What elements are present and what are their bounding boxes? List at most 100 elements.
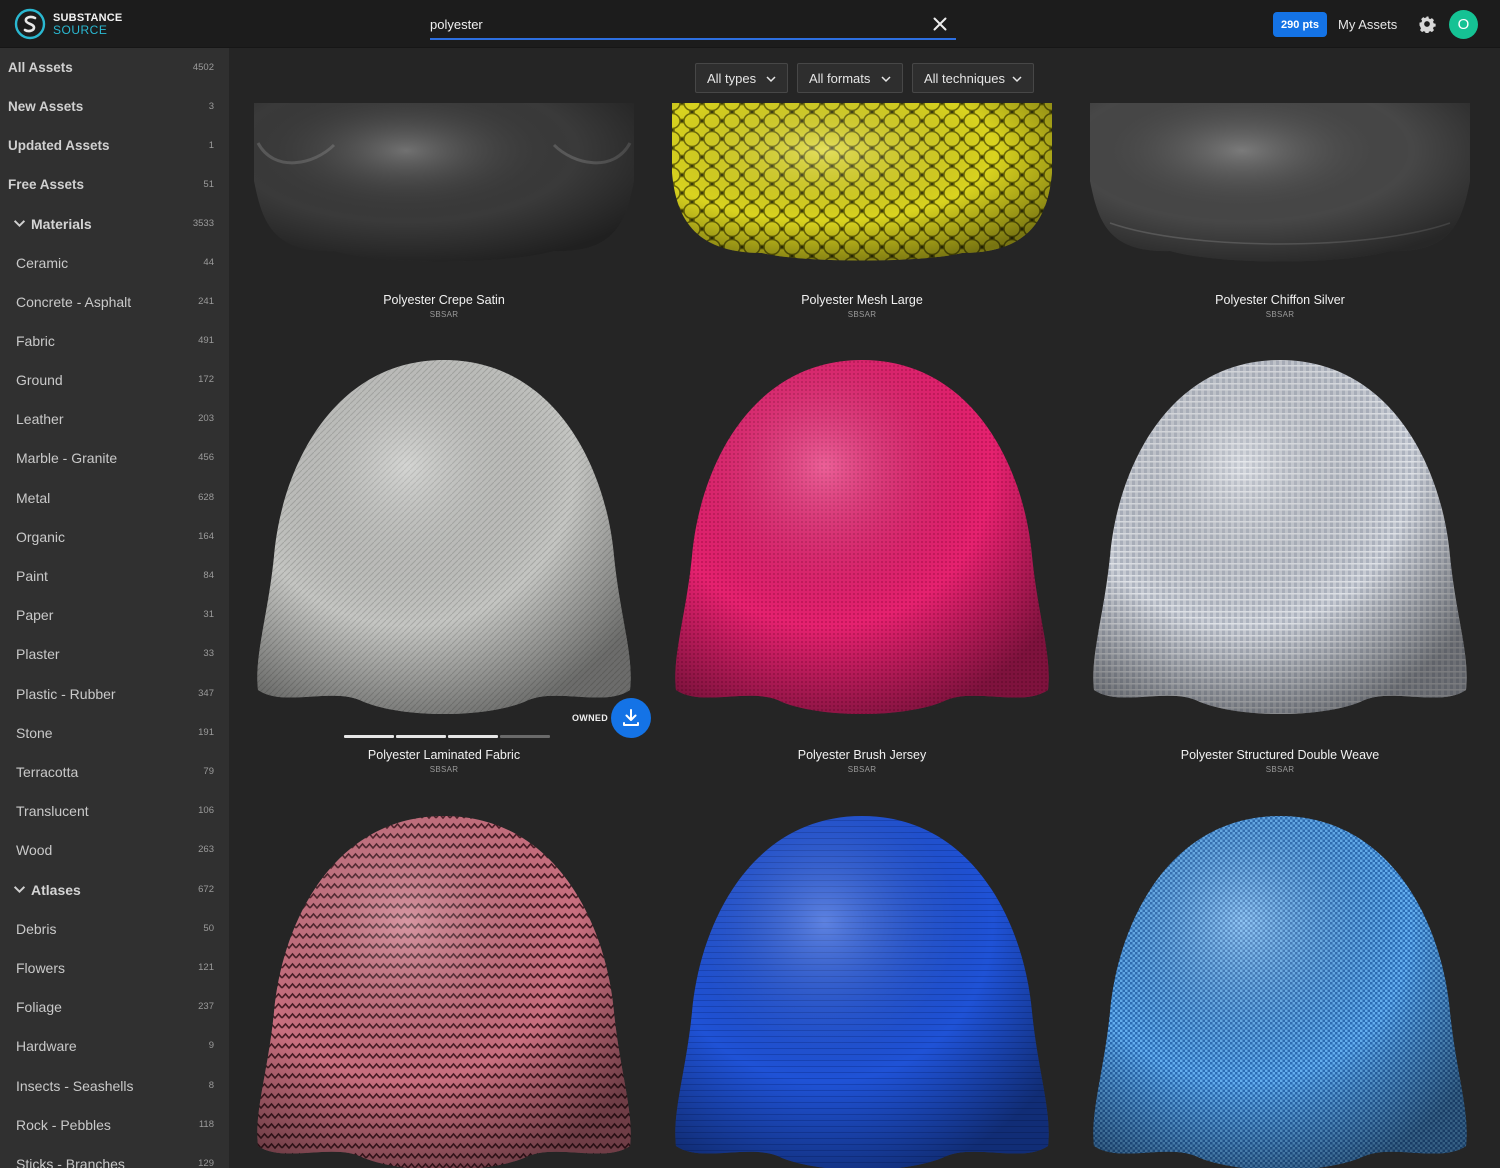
sidebar-item-concrete-asphalt[interactable]: Concrete - Asphalt 241: [0, 282, 229, 321]
logo-text: SUBSTANCE SOURCE: [53, 12, 122, 36]
asset-thumbnail[interactable]: [1090, 103, 1470, 263]
sidebar-item-debris[interactable]: Debris 50: [0, 909, 229, 948]
asset-title[interactable]: Polyester Mesh Large: [672, 293, 1052, 307]
avatar[interactable]: O: [1449, 10, 1478, 39]
asset-thumbnail[interactable]: [672, 812, 1052, 1168]
sidebar-item-count: 172: [198, 374, 214, 385]
sidebar-item-label: Paper: [16, 606, 54, 623]
sidebar-item-updated-assets[interactable]: Updated Assets 1: [0, 126, 229, 165]
sidebar-item-organic[interactable]: Organic 164: [0, 517, 229, 556]
sidebar-item-paint[interactable]: Paint 84: [0, 556, 229, 595]
sidebar-item-count: 79: [203, 766, 214, 777]
sidebar-item-count: 241: [198, 296, 214, 307]
sidebar-item-label: Translucent: [16, 802, 89, 819]
asset-thumbnail[interactable]: [1090, 812, 1470, 1168]
gear-icon[interactable]: [1418, 15, 1436, 33]
sidebar-item-stone[interactable]: Stone 191: [0, 713, 229, 752]
sidebar-item-new-assets[interactable]: New Assets 3: [0, 87, 229, 126]
sidebar-item-paper[interactable]: Paper 31: [0, 595, 229, 634]
sidebar-item-plastic-rubber[interactable]: Plastic - Rubber 347: [0, 674, 229, 713]
sidebar-item-wood[interactable]: Wood 263: [0, 830, 229, 869]
search-bar: [430, 8, 956, 40]
sidebar: All Assets 4502 New Assets 3 Updated Ass…: [0, 48, 229, 1168]
carousel-dot[interactable]: [396, 735, 446, 738]
sidebar-item-label: Leather: [16, 410, 64, 427]
sidebar-item-free-assets[interactable]: Free Assets 51: [0, 165, 229, 204]
sidebar-item-label: New Assets: [8, 99, 84, 114]
sidebar-item-label: Terracotta: [16, 763, 79, 780]
my-assets-link[interactable]: My Assets: [1338, 17, 1397, 32]
sidebar-item-foliage[interactable]: Foliage 237: [0, 987, 229, 1026]
top-bar: SUBSTANCE SOURCE 290 pts My Assets O: [0, 0, 1500, 48]
sidebar-item-leather[interactable]: Leather 203: [0, 399, 229, 438]
asset-title[interactable]: Polyester Crepe Satin: [254, 293, 634, 307]
asset-thumbnail[interactable]: [254, 103, 634, 263]
filter-label: All types: [707, 70, 757, 86]
filter-types-dropdown[interactable]: All types: [695, 63, 788, 93]
sidebar-item-flowers[interactable]: Flowers 121: [0, 948, 229, 987]
carousel-dot[interactable]: [344, 735, 394, 738]
sidebar-item-translucent[interactable]: Translucent 106: [0, 791, 229, 830]
sidebar-item-rock-pebbles[interactable]: Rock - Pebbles 118: [0, 1105, 229, 1144]
asset-thumbnail[interactable]: [672, 103, 1052, 263]
search-input[interactable]: [430, 14, 910, 34]
sidebar-group-materials[interactable]: Materials 3533: [0, 204, 229, 243]
sidebar-item-marble-granite[interactable]: Marble - Granite 456: [0, 438, 229, 477]
sidebar-item-label: Marble - Granite: [16, 449, 118, 466]
sidebar-item-count: 491: [198, 335, 214, 346]
sidebar-item-count: 203: [198, 413, 214, 424]
sidebar-item-hardware[interactable]: Hardware 9: [0, 1026, 229, 1065]
points-badge[interactable]: 290 pts: [1273, 12, 1327, 37]
sidebar-group-atlases[interactable]: Atlases 672: [0, 870, 229, 909]
sidebar-item-ground[interactable]: Ground 172: [0, 360, 229, 399]
download-icon: [623, 709, 639, 726]
asset-thumbnail[interactable]: [672, 356, 1052, 716]
sidebar-item-insects-seashells[interactable]: Insects - Seashells 8: [0, 1066, 229, 1105]
sidebar-item-count: 3: [208, 101, 214, 112]
sidebar-item-sticks-branches[interactable]: Sticks - Branches 129: [0, 1144, 229, 1168]
sidebar-item-terracotta[interactable]: Terracotta 79: [0, 752, 229, 791]
sidebar-group-label: Atlases: [31, 881, 81, 898]
asset-thumbnail[interactable]: [254, 812, 634, 1168]
asset-thumbnail[interactable]: [1090, 356, 1470, 716]
sidebar-item-metal[interactable]: Metal 628: [0, 478, 229, 517]
sidebar-item-count: 3533: [192, 218, 214, 229]
asset-format: SBSAR: [1265, 310, 1295, 319]
download-button[interactable]: [611, 698, 651, 738]
chevron-down-icon: [13, 886, 26, 894]
filter-formats-dropdown[interactable]: All formats: [797, 63, 903, 93]
sidebar-item-count: 44: [203, 257, 214, 268]
sidebar-item-label: Updated Assets: [8, 138, 110, 153]
sidebar-item-count: 118: [198, 1119, 214, 1130]
sidebar-item-count: 33: [203, 648, 214, 659]
asset-title[interactable]: Polyester Structured Double Weave: [1090, 748, 1470, 762]
asset-title[interactable]: Polyester Brush Jersey: [672, 748, 1052, 762]
app-logo[interactable]: SUBSTANCE SOURCE: [14, 8, 122, 40]
asset-title[interactable]: Polyester Chiffon Silver: [1090, 293, 1470, 307]
sidebar-item-fabric[interactable]: Fabric 491: [0, 321, 229, 360]
asset-format: SBSAR: [429, 765, 459, 774]
carousel-dot[interactable]: [500, 735, 550, 738]
sidebar-item-count: 129: [198, 1158, 214, 1168]
owned-badge: OWNED: [572, 713, 608, 723]
sidebar-item-label: Hardware: [16, 1037, 77, 1054]
asset-thumbnail[interactable]: [254, 356, 634, 716]
carousel-indicator[interactable]: [344, 735, 550, 738]
sidebar-item-all-assets[interactable]: All Assets 4502: [0, 48, 229, 87]
sidebar-item-count: 9: [208, 1040, 214, 1051]
sidebar-item-count: 164: [198, 531, 214, 542]
sidebar-item-label: Stone: [16, 724, 53, 741]
sidebar-item-count: 8: [208, 1080, 214, 1091]
sidebar-item-plaster[interactable]: Plaster 33: [0, 634, 229, 673]
filter-techniques-dropdown[interactable]: All techniques: [912, 63, 1034, 93]
close-icon[interactable]: [932, 16, 948, 32]
sidebar-item-label: All Assets: [8, 60, 73, 75]
chevron-down-icon: [881, 76, 891, 83]
carousel-dot[interactable]: [448, 735, 498, 738]
sidebar-item-count: 50: [203, 923, 214, 934]
sidebar-item-label: Organic: [16, 528, 66, 545]
sidebar-item-ceramic[interactable]: Ceramic 44: [0, 243, 229, 282]
asset-title[interactable]: Polyester Laminated Fabric: [254, 748, 634, 762]
sidebar-group-label: Materials: [31, 215, 92, 232]
sidebar-item-count: 106: [198, 805, 214, 816]
